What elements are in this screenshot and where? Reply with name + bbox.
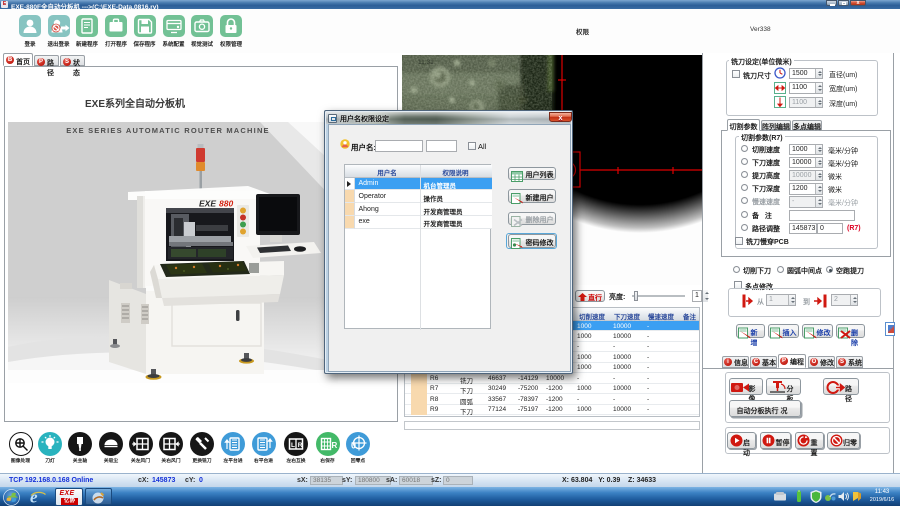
- svg-text:R: R: [331, 441, 337, 450]
- svg-text:0: 0: [351, 441, 356, 451]
- svg-text:e: e: [30, 488, 38, 506]
- svg-text:11.31: 11.31: [418, 59, 434, 66]
- svg-text:880: 880: [219, 199, 233, 209]
- svg-text:EXE: EXE: [199, 199, 216, 209]
- svg-text:L: L: [291, 442, 295, 449]
- svg-text:EXE SERIES AUTOMATIC ROUTER MA: EXE SERIES AUTOMATIC ROUTER MACHINE: [66, 126, 270, 135]
- svg-text:R: R: [298, 442, 303, 449]
